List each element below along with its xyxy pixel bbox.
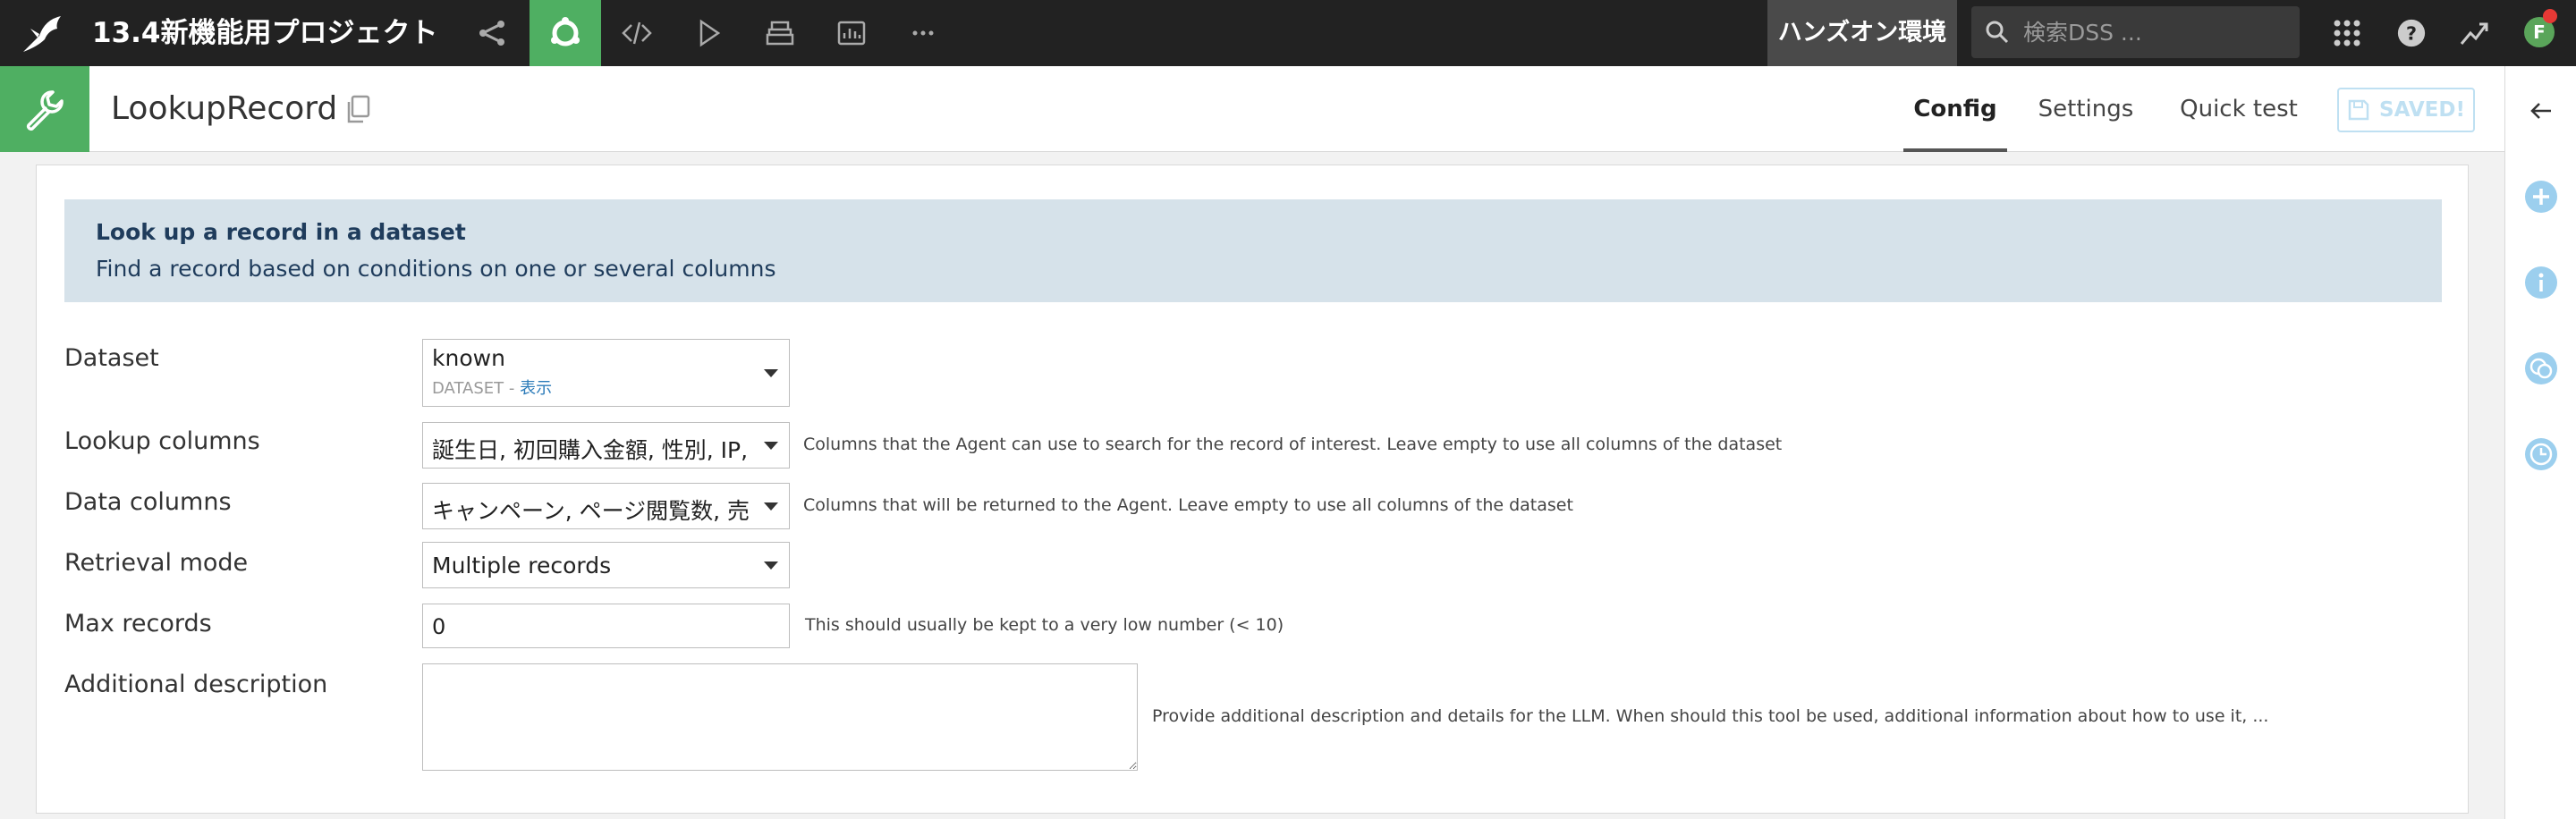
max-records-input[interactable]: 0 [422, 604, 790, 648]
chevron-down-icon [764, 369, 778, 377]
dashboard-icon[interactable] [816, 0, 887, 66]
max-records-label: Max records [64, 610, 212, 637]
info-title: Look up a record in a dataset [96, 219, 466, 245]
lookup-columns-label: Lookup columns [64, 427, 260, 455]
dataset-label: Dataset [64, 344, 159, 372]
trend-icon[interactable] [2456, 15, 2492, 51]
additional-description-label: Additional description [64, 671, 328, 698]
project-title[interactable]: 13.4新機能用プロジェクト [92, 0, 438, 66]
data-columns-help: Columns that will be returned to the Age… [803, 495, 1573, 515]
object-header: LookupRecord Config Settings Quick test … [0, 66, 2504, 152]
chevron-down-icon [764, 502, 778, 511]
notification-badge [2543, 9, 2557, 23]
top-navigation-bar: 13.4新機能用プロジェクト ハンズオン環境 ? F [0, 0, 2576, 66]
environment-label: ハンズオン環境 [1767, 0, 1957, 66]
copy-icon[interactable] [343, 93, 372, 125]
max-records-help: This should usually be kept to a very lo… [805, 615, 1284, 635]
tab-config[interactable]: Config [1903, 66, 2007, 152]
dataset-select[interactable]: known DATASET - 表示 [422, 339, 790, 407]
lookup-columns-select[interactable]: 誕生日, 初回購入金額, 性別, IP, [422, 422, 790, 469]
apps-grid-icon[interactable] [2329, 15, 2365, 51]
retrieval-mode-select[interactable]: Multiple records [422, 542, 790, 588]
retrieval-mode-value: Multiple records [432, 553, 612, 578]
help-icon[interactable]: ? [2394, 15, 2429, 51]
agent-tools-icon[interactable] [530, 0, 601, 66]
global-search[interactable] [1971, 6, 2300, 58]
max-records-value: 0 [432, 614, 446, 639]
back-arrow-icon[interactable] [2523, 93, 2559, 129]
code-icon[interactable] [601, 0, 673, 66]
more-icon[interactable] [887, 0, 959, 66]
config-panel: Look up a record in a dataset Find a rec… [36, 165, 2469, 814]
data-columns-label: Data columns [64, 488, 232, 516]
stack-icon[interactable] [744, 0, 816, 66]
svg-text:?: ? [2406, 23, 2417, 45]
object-name[interactable]: LookupRecord [111, 66, 337, 152]
flow-icon[interactable] [456, 0, 528, 66]
dataset-separator: - [504, 379, 521, 398]
info-description: Find a record based on conditions on one… [96, 256, 776, 282]
right-sidebar [2504, 66, 2576, 819]
dataset-value: known [432, 345, 505, 371]
data-columns-value: キャンペーン, ページ閲覧数, 売 [432, 498, 750, 524]
search-icon [1986, 21, 2009, 44]
run-icon[interactable] [673, 0, 744, 66]
additional-description-textarea[interactable] [422, 663, 1138, 771]
lookup-columns-value: 誕生日, 初回購入金額, 性別, IP, [432, 437, 749, 463]
info-icon[interactable] [2523, 265, 2559, 300]
chevron-down-icon [764, 442, 778, 450]
dataset-meta: DATASET - 表示 [432, 376, 552, 399]
saved-label: SAVED! [2379, 98, 2465, 122]
add-icon[interactable] [2523, 179, 2559, 215]
history-icon[interactable] [2523, 436, 2559, 472]
data-columns-select[interactable]: キャンペーン, ページ閲覧数, 売 [422, 483, 790, 529]
search-input[interactable] [2023, 6, 2292, 58]
chevron-down-icon [764, 561, 778, 570]
bird-logo-icon[interactable] [20, 11, 70, 55]
info-box: Look up a record in a dataset Find a rec… [64, 199, 2442, 302]
tab-settings[interactable]: Settings [2030, 66, 2141, 152]
dataset-view-link[interactable]: 表示 [520, 379, 552, 398]
save-icon [2348, 99, 2369, 121]
lookup-columns-help: Columns that the Agent can use to search… [803, 435, 1783, 454]
saved-button[interactable]: SAVED! [2337, 88, 2475, 132]
dataset-type: DATASET [432, 379, 504, 398]
additional-description-help: Provide additional description and detai… [1152, 706, 2269, 726]
wrench-icon [0, 66, 89, 152]
discussions-icon[interactable] [2523, 350, 2559, 386]
tab-quick-test[interactable]: Quick test [2175, 66, 2302, 152]
retrieval-mode-label: Retrieval mode [64, 549, 249, 577]
